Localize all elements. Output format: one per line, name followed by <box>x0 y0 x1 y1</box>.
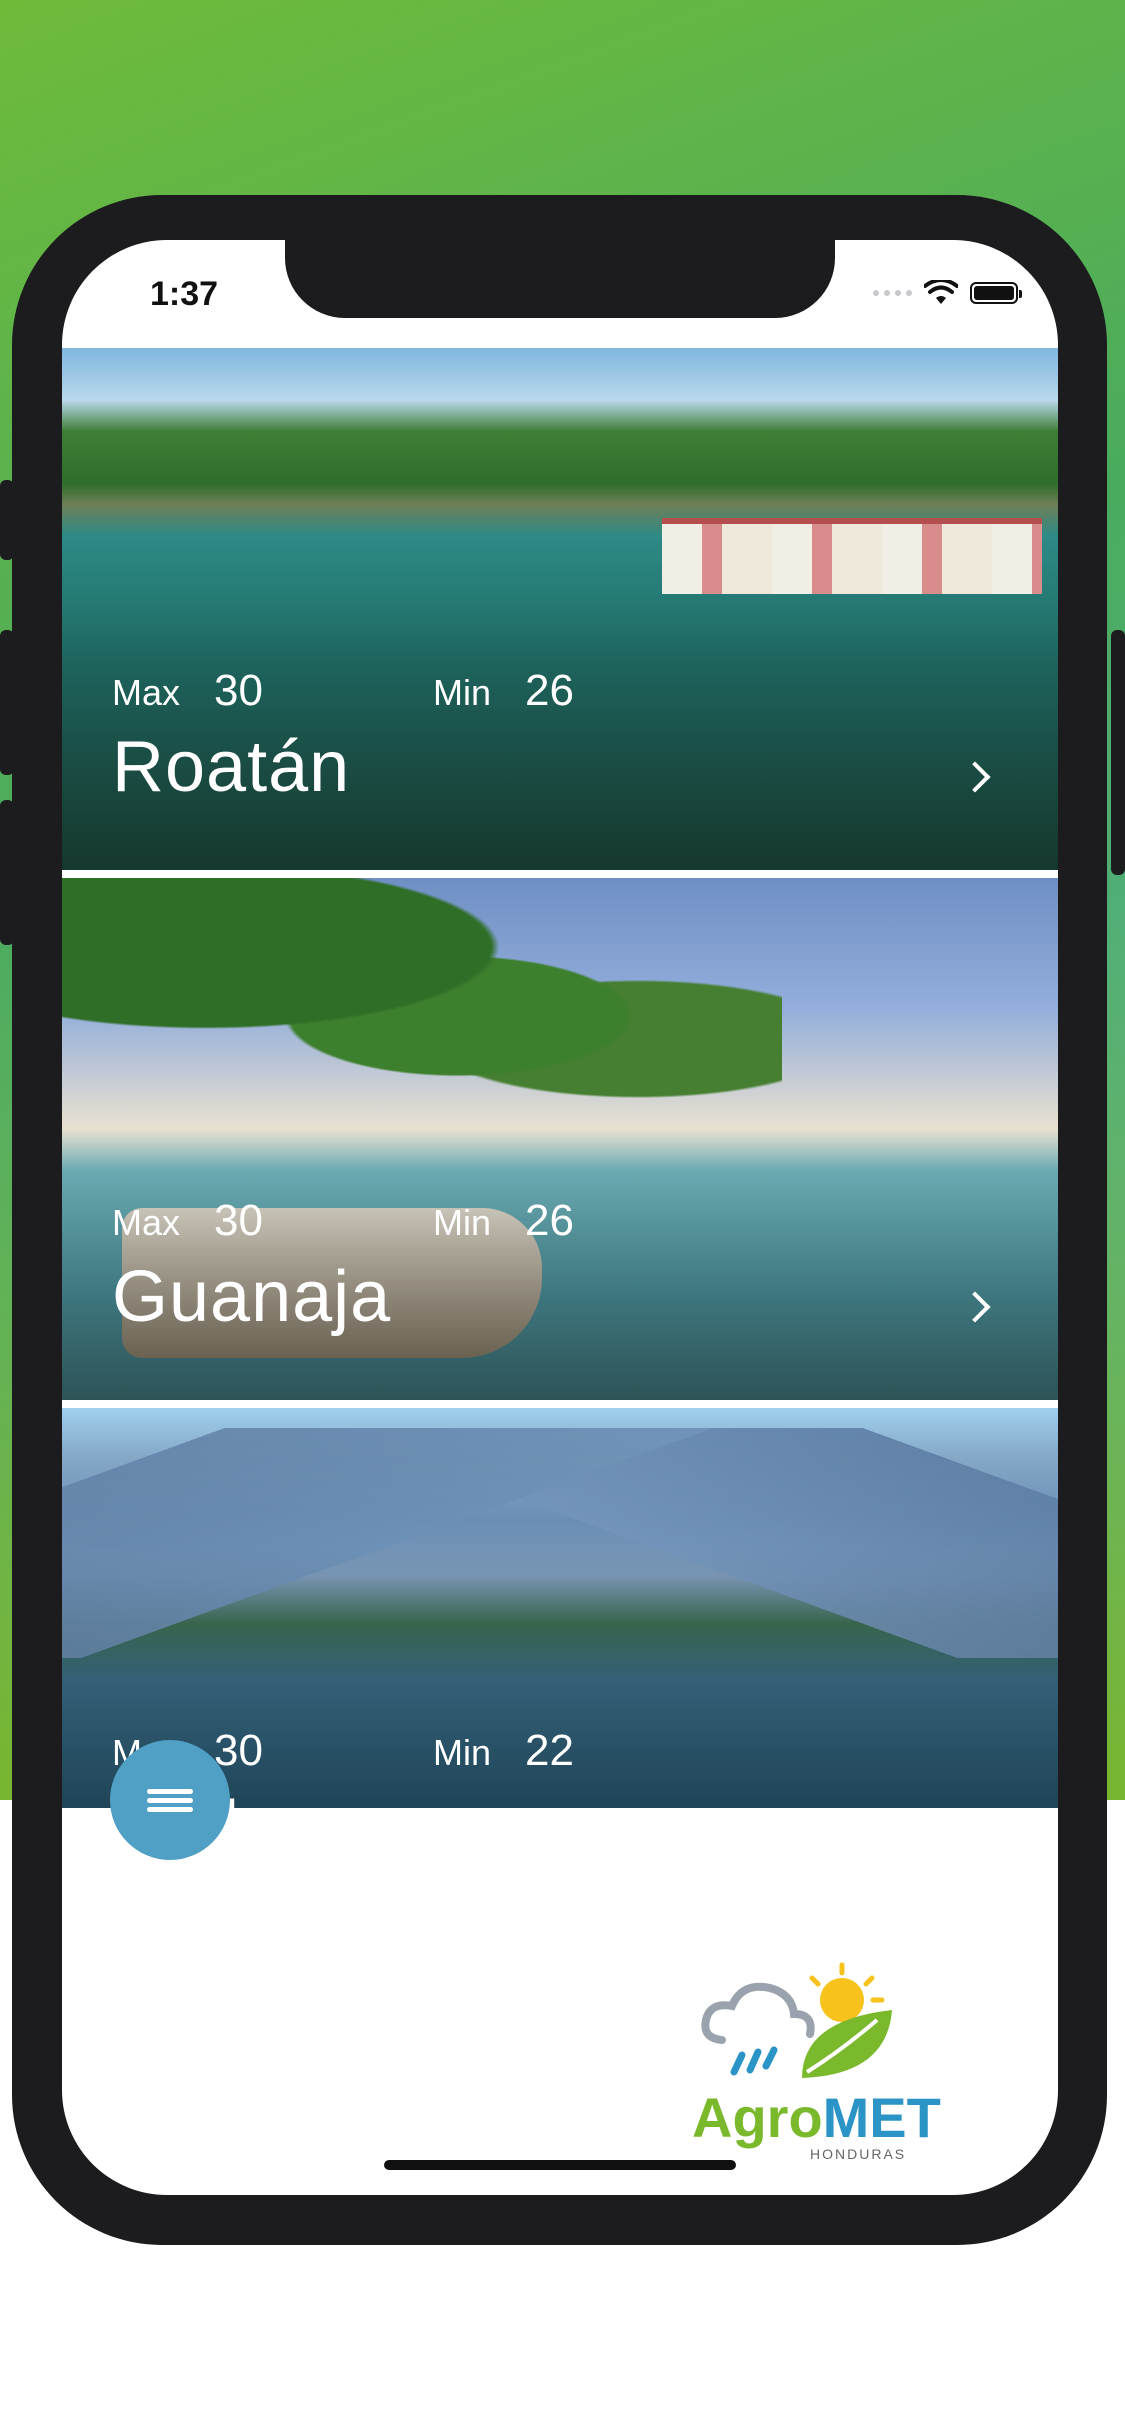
app-screen: 1:37 Max 30 Min 26 Roatán Max 30 Min 26 … <box>62 240 1058 2195</box>
status-icons <box>873 280 1022 306</box>
chevron-right-icon[interactable] <box>959 1291 991 1323</box>
mute-switch <box>0 480 14 560</box>
city-name: Roatán <box>112 727 351 807</box>
hamburger-menu-icon <box>147 1785 193 1816</box>
home-indicator[interactable] <box>384 2160 736 2170</box>
min-label: Min <box>432 1202 491 1243</box>
cellular-signal-icon <box>873 290 912 296</box>
min-value: 26 <box>524 1196 574 1245</box>
max-value: 30 <box>214 666 263 715</box>
volume-up-button <box>0 630 14 775</box>
agromet-logo: AgroMET HONDURAS <box>692 1960 952 2180</box>
min-value: 26 <box>524 666 574 715</box>
chevron-right-icon[interactable] <box>959 761 991 793</box>
min-label: Min <box>432 672 491 713</box>
temperature-row: Max 30 Min 26 <box>112 1196 574 1246</box>
max-label: Max <box>112 1202 181 1243</box>
temperature-row: Max 30 Min 26 <box>112 666 574 716</box>
logo-subtitle: HONDURAS <box>810 2146 907 2162</box>
min-value: 22 <box>524 1726 574 1775</box>
power-button <box>1111 630 1125 875</box>
cloud-sun-leaf-icon <box>701 1962 892 2078</box>
city-card-ceiba[interactable]: Max 30 Min 22 Ceiba <box>62 1408 1058 1808</box>
menu-button[interactable] <box>110 1740 230 1860</box>
logo-met: MET <box>822 2086 941 2149</box>
battery-icon <box>970 282 1022 304</box>
logo-wordmark: AgroMET <box>692 2085 941 2150</box>
volume-down-button <box>0 800 14 945</box>
notch <box>285 240 835 318</box>
max-value: 30 <box>214 1196 263 1245</box>
min-label: Min <box>432 1732 491 1773</box>
city-card-roatan[interactable]: Max 30 Min 26 Roatán <box>62 348 1058 870</box>
wifi-icon <box>924 280 958 304</box>
city-name: Guanaja <box>112 1257 392 1337</box>
status-time: 1:37 <box>150 275 219 313</box>
logo-agro: Agro <box>692 2086 823 2149</box>
max-label: Max <box>112 672 181 713</box>
city-card-guanaja[interactable]: Max 30 Min 26 Guanaja <box>62 878 1058 1400</box>
